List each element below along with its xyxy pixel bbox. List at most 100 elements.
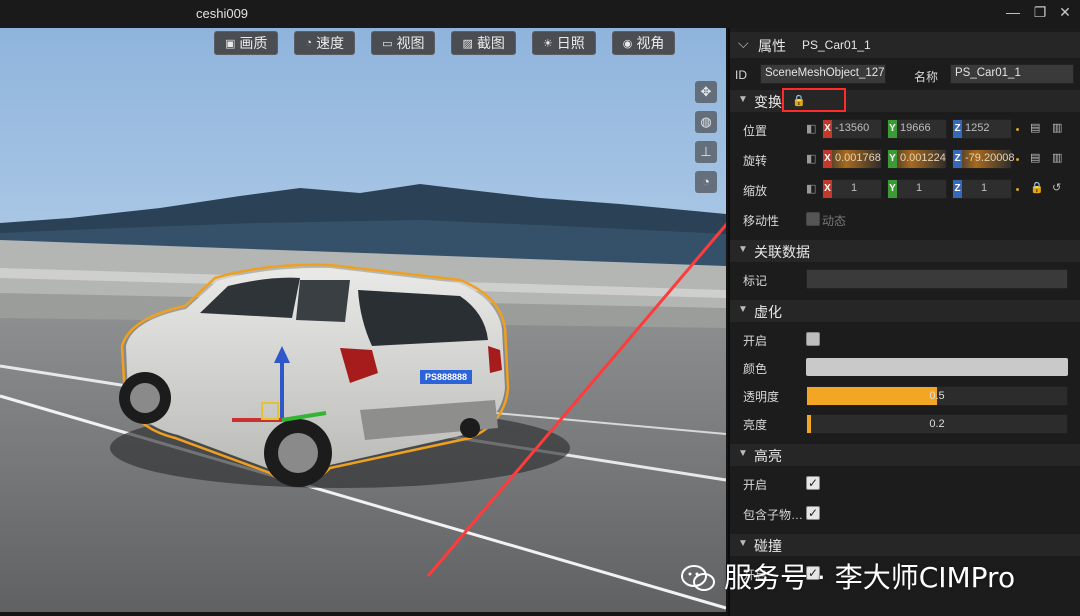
- mobility-row: 移动性 动态: [730, 206, 1080, 232]
- properties-title: 属性: [758, 38, 786, 54]
- rotation-z-field[interactable]: Z -79.20008: [952, 149, 1015, 169]
- section-collision[interactable]: ▼ 碰撞: [730, 534, 1080, 556]
- collapse-triangle-icon[interactable]: ▼: [738, 244, 748, 255]
- id-row: ID SceneMeshObject_1270 名称 PS_Car01_1: [730, 62, 1080, 86]
- screenshot-icon: ▨: [462, 37, 473, 50]
- speed-button[interactable]: ◔ 速度: [294, 31, 356, 55]
- section-highlight[interactable]: ▼ 高亮: [730, 444, 1080, 466]
- axis-icon[interactable]: ⊥: [695, 141, 717, 163]
- eye-icon: ◉: [622, 37, 633, 50]
- window-title: ceshi009: [196, 6, 249, 21]
- globe-settings-icon[interactable]: ◔: [695, 171, 717, 193]
- color-swatch[interactable]: [806, 358, 1068, 376]
- watermark: 服务号 · 李大师CIMPro: [680, 556, 1015, 596]
- include-children-checkbox[interactable]: ✓: [806, 506, 820, 520]
- brightness-value: 0.2: [929, 418, 945, 430]
- wechat-icon: [681, 565, 715, 591]
- opacity-row: 透明度 0.5: [730, 382, 1080, 408]
- tag-input[interactable]: [806, 269, 1068, 289]
- reset-dot-icon: [1016, 158, 1019, 161]
- perspective-button[interactable]: ◉ 视角: [611, 31, 676, 55]
- opacity-slider[interactable]: 0.5: [806, 386, 1068, 406]
- brightness-slider[interactable]: 0.2: [806, 414, 1068, 434]
- rotation-y-field[interactable]: Y 0.001224: [887, 149, 947, 169]
- position-y-field[interactable]: Y 19666: [887, 119, 947, 139]
- virtual-enable-checkbox[interactable]: [806, 332, 820, 346]
- viewport-side-tools: ✥ ◍ ⊥ ◔: [695, 81, 717, 193]
- id-label: ID: [735, 68, 747, 82]
- viewport-toolbar: ▣ 画质 ◔ 速度 ▭ 视图 ▨ 截图 ☀ 日照 ◉ 视角: [214, 31, 676, 55]
- highlight-enable-row: 开启 ✓: [730, 470, 1080, 496]
- section-transform-label: 变换: [754, 94, 782, 110]
- cube-icon: ◧: [806, 123, 817, 135]
- name-field[interactable]: PS_Car01_1: [950, 64, 1074, 84]
- scale-y-field[interactable]: Y1: [887, 179, 947, 199]
- name-label: 名称: [914, 70, 939, 84]
- scale-x-field[interactable]: X1: [822, 179, 882, 199]
- restore-icon[interactable]: ❐: [1030, 4, 1050, 21]
- annotation-highlight-box: [782, 88, 846, 112]
- highlight-enable-label: 开启: [743, 478, 768, 492]
- perspective-label: 视角: [636, 35, 665, 51]
- reset-icon[interactable]: ↺: [1052, 181, 1061, 194]
- copy-icon[interactable]: ▤: [1030, 151, 1040, 164]
- opacity-value: 0.5: [929, 390, 945, 402]
- move-icon[interactable]: ✥: [695, 81, 717, 103]
- quality-label: 画质: [239, 35, 268, 51]
- section-virtual[interactable]: ▼ 虚化: [730, 300, 1080, 322]
- globe-icon[interactable]: ◍: [695, 111, 717, 133]
- speedometer-icon: ◔: [305, 37, 313, 49]
- position-label: 位置: [743, 124, 768, 138]
- position-z-field[interactable]: Z 1252: [952, 119, 1012, 139]
- position-row: 位置 ◧ X -13560 Y 19666 Z 1252 ▤ ▥: [730, 116, 1080, 142]
- camera-icon: ▭: [382, 37, 393, 50]
- position-x-field[interactable]: X -13560: [822, 119, 882, 139]
- section-related-label: 关联数据: [754, 244, 810, 260]
- opacity-label: 透明度: [743, 390, 780, 404]
- rotation-x-field[interactable]: X 0.001768: [822, 149, 882, 169]
- properties-panel: ⌵ 属性 PS_Car01_1 ID SceneMeshObject_1270 …: [728, 28, 1080, 616]
- reset-dot-icon: [1016, 188, 1019, 191]
- rotation-row: 旋转 ◧ X 0.001768 Y 0.001224 Z -79.20008 ▤ ▥: [730, 146, 1080, 172]
- cube-icon: ◧: [806, 153, 817, 165]
- minimize-icon[interactable]: —: [1003, 4, 1023, 20]
- copy-icon[interactable]: ▤: [1030, 121, 1040, 134]
- scale-label: 缩放: [743, 184, 768, 198]
- chevron-down-icon[interactable]: ⌵: [738, 35, 749, 52]
- tag-label: 标记: [743, 274, 768, 288]
- properties-header[interactable]: ⌵ 属性 PS_Car01_1: [730, 32, 1080, 58]
- collapse-triangle-icon[interactable]: ▼: [738, 94, 748, 105]
- license-plate: PS888888: [420, 370, 472, 384]
- virtual-enable-label: 开启: [743, 334, 768, 348]
- id-field[interactable]: SceneMeshObject_1270: [760, 64, 886, 84]
- mobility-label: 移动性: [743, 214, 780, 228]
- highlight-enable-checkbox[interactable]: ✓: [806, 476, 820, 490]
- virtual-color-row: 颜色: [730, 354, 1080, 380]
- virtual-enable-row: 开启: [730, 326, 1080, 352]
- screenshot-button[interactable]: ▨ 截图: [451, 31, 516, 55]
- scene-render: [0, 28, 726, 612]
- section-highlight-label: 高亮: [754, 448, 782, 464]
- include-children-row: 包含子物… ✓: [730, 500, 1080, 526]
- sunlight-label: 日照: [556, 35, 585, 51]
- view-label: 视图: [396, 35, 425, 51]
- tag-row: 标记: [730, 266, 1080, 292]
- view-button[interactable]: ▭ 视图: [371, 31, 436, 55]
- collapse-triangle-icon[interactable]: ▼: [738, 304, 748, 315]
- collapse-triangle-icon[interactable]: ▼: [738, 538, 748, 549]
- include-children-label: 包含子物…: [743, 508, 804, 522]
- collapse-triangle-icon[interactable]: ▼: [738, 448, 748, 459]
- watermark-text: 服务号 · 李大师CIMPro: [724, 561, 1016, 594]
- title-bar: ceshi009 — ❐ ✕: [0, 0, 1080, 28]
- paste-icon[interactable]: ▥: [1052, 151, 1062, 164]
- section-related-data[interactable]: ▼ 关联数据: [730, 240, 1080, 262]
- brightness-label: 亮度: [743, 418, 768, 432]
- quality-button[interactable]: ▣ 画质: [214, 31, 279, 55]
- sunlight-button[interactable]: ☀ 日照: [531, 31, 596, 55]
- dynamic-checkbox[interactable]: [806, 212, 820, 226]
- close-icon[interactable]: ✕: [1055, 4, 1075, 21]
- scene-viewport[interactable]: PS888888 ▣ 画质 ◔ 速度 ▭ 视图 ▨ 截图 ☀ 日照 ◉ 视角 ✥ ◍ ⊥ ◔: [0, 28, 726, 612]
- paste-icon[interactable]: ▥: [1052, 121, 1062, 134]
- lock-scale-icon[interactable]: 🔒: [1030, 181, 1044, 194]
- scale-z-field[interactable]: Z1: [952, 179, 1012, 199]
